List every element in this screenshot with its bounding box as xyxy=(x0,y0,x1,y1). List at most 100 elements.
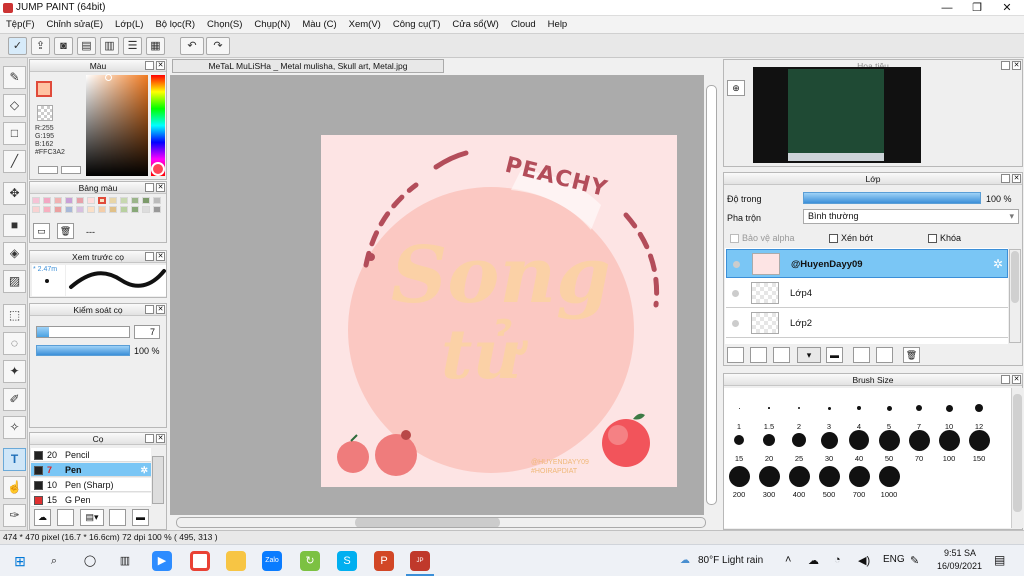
brush-size-option[interactable]: 10 xyxy=(934,396,964,431)
palette-swatch[interactable] xyxy=(109,206,117,213)
file-explorer-icon[interactable] xyxy=(226,551,246,571)
palette-swatch[interactable] xyxy=(65,206,73,213)
eraser-tool-icon[interactable]: ◇ xyxy=(3,94,26,117)
notification-icon[interactable]: ▤ xyxy=(994,553,1005,567)
copy-layer-icon[interactable] xyxy=(853,347,870,363)
vertical-scrollbar[interactable] xyxy=(704,75,719,515)
brush-size-option[interactable]: 150 xyxy=(964,428,994,463)
palette-swatch[interactable] xyxy=(32,197,40,204)
menu-capture[interactable]: Chụp(N) xyxy=(248,16,296,30)
app-icon[interactable]: ↻ xyxy=(300,551,320,571)
palette-grid[interactable] xyxy=(32,197,166,219)
detach-icon[interactable] xyxy=(1001,61,1010,70)
menu-help[interactable]: Help xyxy=(542,16,574,30)
brush-settings-icon[interactable] xyxy=(109,509,126,526)
brush-size-option[interactable]: 1 xyxy=(724,396,754,431)
palette-swatch[interactable] xyxy=(76,197,84,204)
brush-size-option[interactable]: 1.5 xyxy=(754,396,784,431)
cloud-check-icon[interactable]: ✓ xyxy=(8,37,27,55)
brush-size-option[interactable]: 2 xyxy=(784,396,814,431)
export-icon[interactable]: ⇪ xyxy=(31,37,50,55)
palette-swatch[interactable] xyxy=(120,197,128,204)
input-method-icon[interactable]: ✎ xyxy=(910,554,919,567)
windows-start-icon[interactable]: ⊞ xyxy=(10,551,30,571)
brush-size-option[interactable]: 12 xyxy=(964,396,994,431)
brush-menu-icon[interactable]: ▤▾ xyxy=(80,509,104,526)
menu-color[interactable]: Màu (C) xyxy=(296,16,342,30)
brush-size-option[interactable]: 15 xyxy=(724,428,754,463)
grid-icon[interactable]: ▦ xyxy=(146,37,165,55)
brush-size-slider[interactable] xyxy=(36,326,130,338)
lasso-icon[interactable]: ◌ xyxy=(3,332,26,355)
brush-size-option[interactable]: 700 xyxy=(844,464,874,499)
folder-icon[interactable]: ▬ xyxy=(132,509,149,526)
detach-icon[interactable] xyxy=(145,252,154,261)
weather-text[interactable]: 80°F Light rain xyxy=(698,555,763,566)
new-swatch-icon[interactable]: ▭ xyxy=(33,223,50,239)
palette-swatch[interactable] xyxy=(54,206,62,213)
text-tool-icon[interactable]: T xyxy=(3,448,26,471)
comment-icon[interactable]: ◙ xyxy=(54,37,73,55)
fill-shape-tool-icon[interactable]: ■ xyxy=(3,214,26,237)
palette-swatch[interactable] xyxy=(98,206,106,213)
document-tab[interactable]: MeTaL MuLiSHa _ Metal mulisha, Skull art… xyxy=(172,59,444,73)
palette-swatch[interactable] xyxy=(43,206,51,213)
brush-size-option[interactable]: 3 xyxy=(814,396,844,431)
brush-opacity-slider[interactable] xyxy=(36,345,130,356)
panel-close-icon[interactable]: ✕ xyxy=(156,183,165,192)
palette-swatch[interactable] xyxy=(153,206,161,213)
duplicate-layer-icon[interactable] xyxy=(773,347,790,363)
palette-swatch[interactable] xyxy=(54,197,62,204)
detach-icon[interactable] xyxy=(1001,174,1010,183)
skype-icon[interactable]: S xyxy=(337,551,357,571)
layer-scrollbar[interactable] xyxy=(1009,249,1021,343)
brush-item[interactable]: 20 Pencil xyxy=(31,448,151,462)
brush-item-selected[interactable]: 7 Pen ✲ xyxy=(31,463,151,477)
bucket-tool-icon[interactable]: ◈ xyxy=(3,242,26,265)
brush-size-option[interactable]: 25 xyxy=(784,428,814,463)
palette-swatch[interactable] xyxy=(120,206,128,213)
panel-close-icon[interactable]: ✕ xyxy=(1012,375,1021,384)
transparent-swatch[interactable] xyxy=(37,105,53,121)
search-icon[interactable]: ⌕ xyxy=(44,551,64,571)
menu-file[interactable]: Tệp(F) xyxy=(0,16,41,30)
brush-size-option[interactable]: 400 xyxy=(784,464,814,499)
panel-close-icon[interactable]: ✕ xyxy=(156,61,165,70)
brush-tool-icon[interactable]: ✎ xyxy=(3,66,26,89)
brush-size-option[interactable]: 50 xyxy=(874,428,904,463)
brush-list-scrollbar[interactable] xyxy=(152,456,164,504)
brush-size-option[interactable]: 500 xyxy=(814,464,844,499)
layer-opacity-slider[interactable] xyxy=(803,192,981,204)
document-icon[interactable]: ▤ xyxy=(77,37,96,55)
brush-size-option[interactable]: 7 xyxy=(904,396,934,431)
undo-icon[interactable]: ↶ xyxy=(180,37,204,55)
visibility-icon[interactable] xyxy=(732,320,739,327)
palette-swatch[interactable] xyxy=(87,206,95,213)
menu-select[interactable]: Chọn(S) xyxy=(201,16,248,30)
brush-size-option[interactable]: 20 xyxy=(754,428,784,463)
brush-item[interactable]: 10 Pen (Sharp) xyxy=(31,478,151,492)
panel-close-icon[interactable]: ✕ xyxy=(156,434,165,443)
palette-swatch[interactable] xyxy=(76,206,84,213)
gear-icon[interactable]: ✲ xyxy=(993,257,1003,271)
brush-size-option[interactable]: 70 xyxy=(904,428,934,463)
rect-tool-icon[interactable]: □ xyxy=(3,122,26,145)
close-button[interactable]: ✕ xyxy=(992,0,1022,16)
visibility-icon[interactable] xyxy=(732,290,739,297)
palette-swatch[interactable] xyxy=(142,197,150,204)
chevron-up-icon[interactable]: ˄ xyxy=(785,554,791,566)
hue-handle[interactable] xyxy=(151,162,165,176)
select-eraser-icon[interactable]: ✧ xyxy=(3,416,26,439)
brush-size-option[interactable]: 30 xyxy=(814,428,844,463)
detach-icon[interactable] xyxy=(145,434,154,443)
line-tool-icon[interactable]: ╱ xyxy=(3,150,26,173)
menu-view[interactable]: Xem(V) xyxy=(343,16,387,30)
palette-swatch[interactable] xyxy=(43,197,51,204)
new-layer-icon[interactable] xyxy=(727,347,744,363)
brush-size-option[interactable]: 1000 xyxy=(874,464,904,499)
list-icon[interactable]: ☰ xyxy=(123,37,142,55)
zalo-icon[interactable]: Zalo xyxy=(262,551,282,571)
eyedropper-tool-icon[interactable]: ✑ xyxy=(3,504,26,527)
layer-menu-icon[interactable]: ▾ xyxy=(797,347,821,363)
detach-icon[interactable] xyxy=(145,305,154,314)
